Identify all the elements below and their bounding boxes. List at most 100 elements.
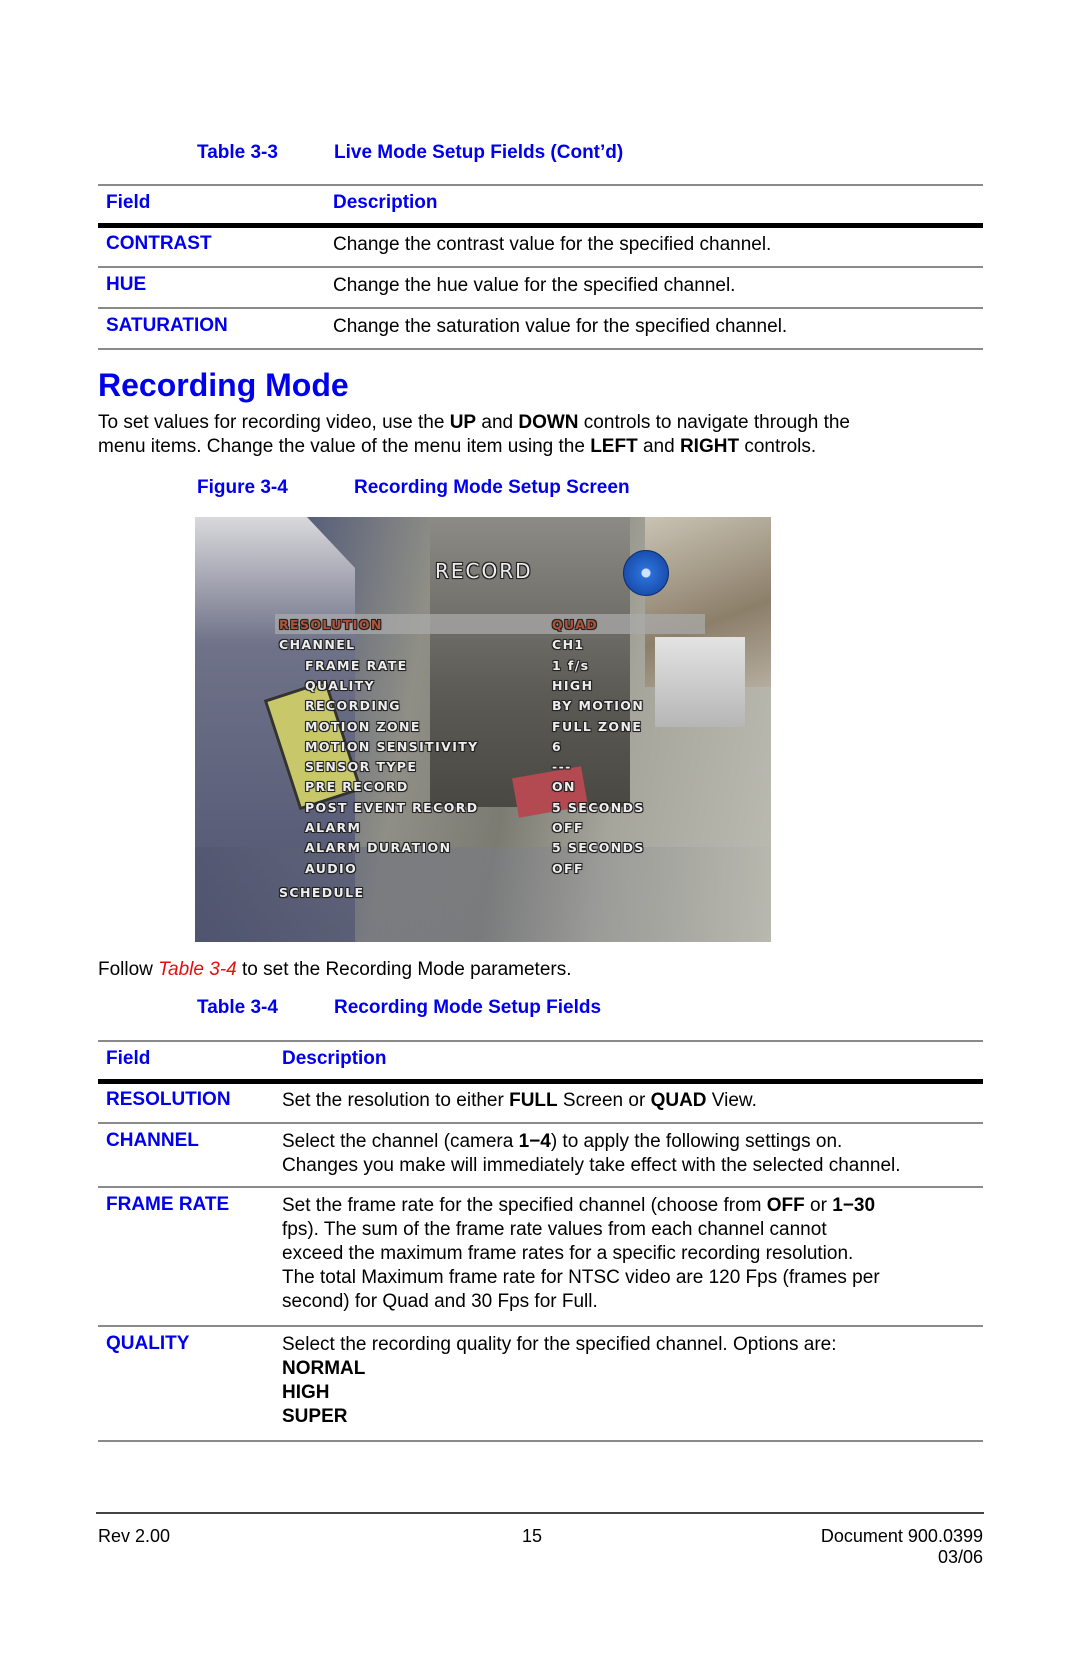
description-line: second) for Quad and 30 Fps for Full.	[282, 1291, 598, 1312]
table-header-rule	[98, 1079, 983, 1084]
quality-option: HIGH	[282, 1382, 330, 1403]
section-heading: Recording Mode	[98, 367, 349, 403]
field-description: Select the recording quality for the spe…	[282, 1333, 837, 1429]
keyword: OFF	[766, 1195, 805, 1216]
osd-item-value: BY MOTION	[552, 698, 645, 714]
text: Follow	[98, 959, 159, 980]
text: and	[476, 412, 519, 433]
osd-item-label: RESOLUTION	[279, 617, 383, 632]
osd-item-value: 1 f/s	[552, 657, 590, 673]
text: controls.	[739, 436, 817, 457]
footer-rule	[96, 1512, 984, 1514]
field-description: Set the resolution to either FULL Screen…	[282, 1089, 757, 1113]
table-divider	[98, 348, 983, 350]
table-3-4-title: Recording Mode Setup Fields	[334, 997, 602, 1018]
table-divider	[98, 266, 983, 268]
text: Set the frame rate for the specified cha…	[282, 1195, 767, 1216]
description-line: Select the recording quality for the spe…	[282, 1334, 837, 1355]
osd-item-value: ON	[552, 779, 576, 795]
intro-line-1: To set values for recording video, use t…	[98, 411, 850, 435]
osd-title: RECORD	[435, 559, 533, 583]
intro-line-2: menu items. Change the value of the menu…	[98, 435, 850, 459]
table-divider	[98, 1440, 983, 1442]
description-line: The total Maximum frame rate for NTSC vi…	[282, 1267, 880, 1288]
keyword: FULL	[509, 1090, 558, 1111]
text: and	[637, 436, 680, 457]
field-description: Change the hue value for the specified c…	[333, 275, 736, 296]
figure-number: Figure 3-4	[197, 477, 288, 498]
description-line: fps). The sum of the frame rate values f…	[282, 1219, 827, 1240]
keyword-left: LEFT	[590, 436, 638, 457]
field-name: SATURATION	[106, 315, 228, 336]
description-line: Set the frame rate for the specified cha…	[282, 1194, 880, 1218]
osd-item-value: ---	[552, 759, 572, 775]
description-line: Changes you make will immediately take e…	[282, 1155, 901, 1176]
keyword: 1−4	[518, 1131, 551, 1152]
table-divider	[98, 1040, 983, 1042]
table-divider	[98, 307, 983, 309]
follow-text: Follow Table 3-4 to set the Recording Mo…	[98, 958, 572, 982]
printer-shape	[655, 637, 745, 727]
table-header-rule	[98, 223, 983, 228]
text: or	[804, 1195, 833, 1216]
table-divider	[98, 1325, 983, 1327]
field-description: Select the channel (camera 1−4) to apply…	[282, 1130, 901, 1178]
osd-item-label: FRAME RATE	[305, 657, 408, 673]
footer-date: 03/06	[937, 1547, 983, 1567]
recording-mode-screenshot: RECORD RESOLUTION QUAD CHANNEL CH1 FRAME RAT…	[195, 517, 771, 942]
osd-item-value: OFF	[552, 820, 584, 835]
keyword-right: RIGHT	[679, 436, 740, 457]
osd-item-label: POST EVENT RECORD	[305, 799, 479, 815]
keyword-down: DOWN	[518, 412, 579, 433]
text: Set the resolution to either	[282, 1090, 510, 1111]
quality-option: NORMAL	[282, 1358, 366, 1379]
table-divider	[98, 1186, 983, 1188]
table-3-4-link[interactable]: Table 3-4	[158, 959, 237, 980]
text: To set values for recording video, use t…	[98, 412, 450, 433]
osd-item-value: HIGH	[552, 677, 594, 693]
osd-item-label: ALARM	[305, 820, 362, 835]
intro-paragraph: To set values for recording video, use t…	[98, 411, 850, 459]
field-name: QUALITY	[106, 1333, 190, 1354]
table-3-3-title: Live Mode Setup Fields (Cont’d)	[334, 142, 624, 163]
footer-page-number: 15	[522, 1526, 543, 1546]
osd-item-label: MOTION ZONE	[305, 718, 421, 734]
field-name: CHANNEL	[106, 1130, 199, 1151]
text: Screen or	[557, 1090, 651, 1111]
footer-revision: Rev 2.00	[98, 1526, 171, 1546]
osd-item-value: OFF	[552, 860, 584, 876]
table-divider	[98, 1122, 983, 1124]
text: controls to navigate through the	[578, 412, 850, 433]
description-line: Select the channel (camera 1−4) to apply…	[282, 1130, 901, 1154]
osd-item-value: 6	[552, 738, 563, 754]
keyword: 1−30	[832, 1195, 876, 1216]
text: View.	[706, 1090, 757, 1111]
osd-item-value: FULL ZONE	[552, 718, 643, 734]
osd-item-value: QUAD	[552, 617, 599, 632]
field-name: CONTRAST	[106, 233, 212, 254]
quality-option: SUPER	[282, 1406, 348, 1427]
footer-document: Document 900.0399 03/06	[821, 1526, 983, 1568]
figure-title: Recording Mode Setup Screen	[354, 477, 630, 498]
keyword: QUAD	[650, 1090, 707, 1111]
osd-item-label: SCHEDULE	[279, 884, 365, 900]
osd-item-label: RECORDING	[305, 698, 401, 714]
osd-item-label: ALARM DURATION	[305, 840, 452, 856]
text: to set the Recording Mode parameters.	[236, 959, 572, 980]
osd-item-label: QUALITY	[305, 677, 376, 693]
osd-item-value: CH1	[552, 637, 585, 653]
field-description: Set the frame rate for the specified cha…	[282, 1194, 880, 1314]
osd-item-label: AUDIO	[305, 860, 358, 876]
osd-item-value: 5 SECONDS	[552, 840, 645, 856]
keyword-up: UP	[449, 412, 477, 433]
table-3-4-header-field: Field	[106, 1048, 151, 1069]
footer-document-id: Document 900.0399	[820, 1526, 983, 1546]
osd-item-label: MOTION SENSITIVITY	[305, 738, 479, 754]
osd-item-label: CHANNEL	[279, 637, 356, 653]
field-description: Change the saturation value for the spec…	[333, 316, 788, 337]
record-disc-icon	[623, 550, 669, 596]
text: Select the channel (camera	[282, 1131, 519, 1152]
table-3-4-number: Table 3-4	[197, 997, 278, 1018]
text: ) to apply the following settings on.	[550, 1131, 843, 1152]
field-name: HUE	[106, 274, 147, 295]
